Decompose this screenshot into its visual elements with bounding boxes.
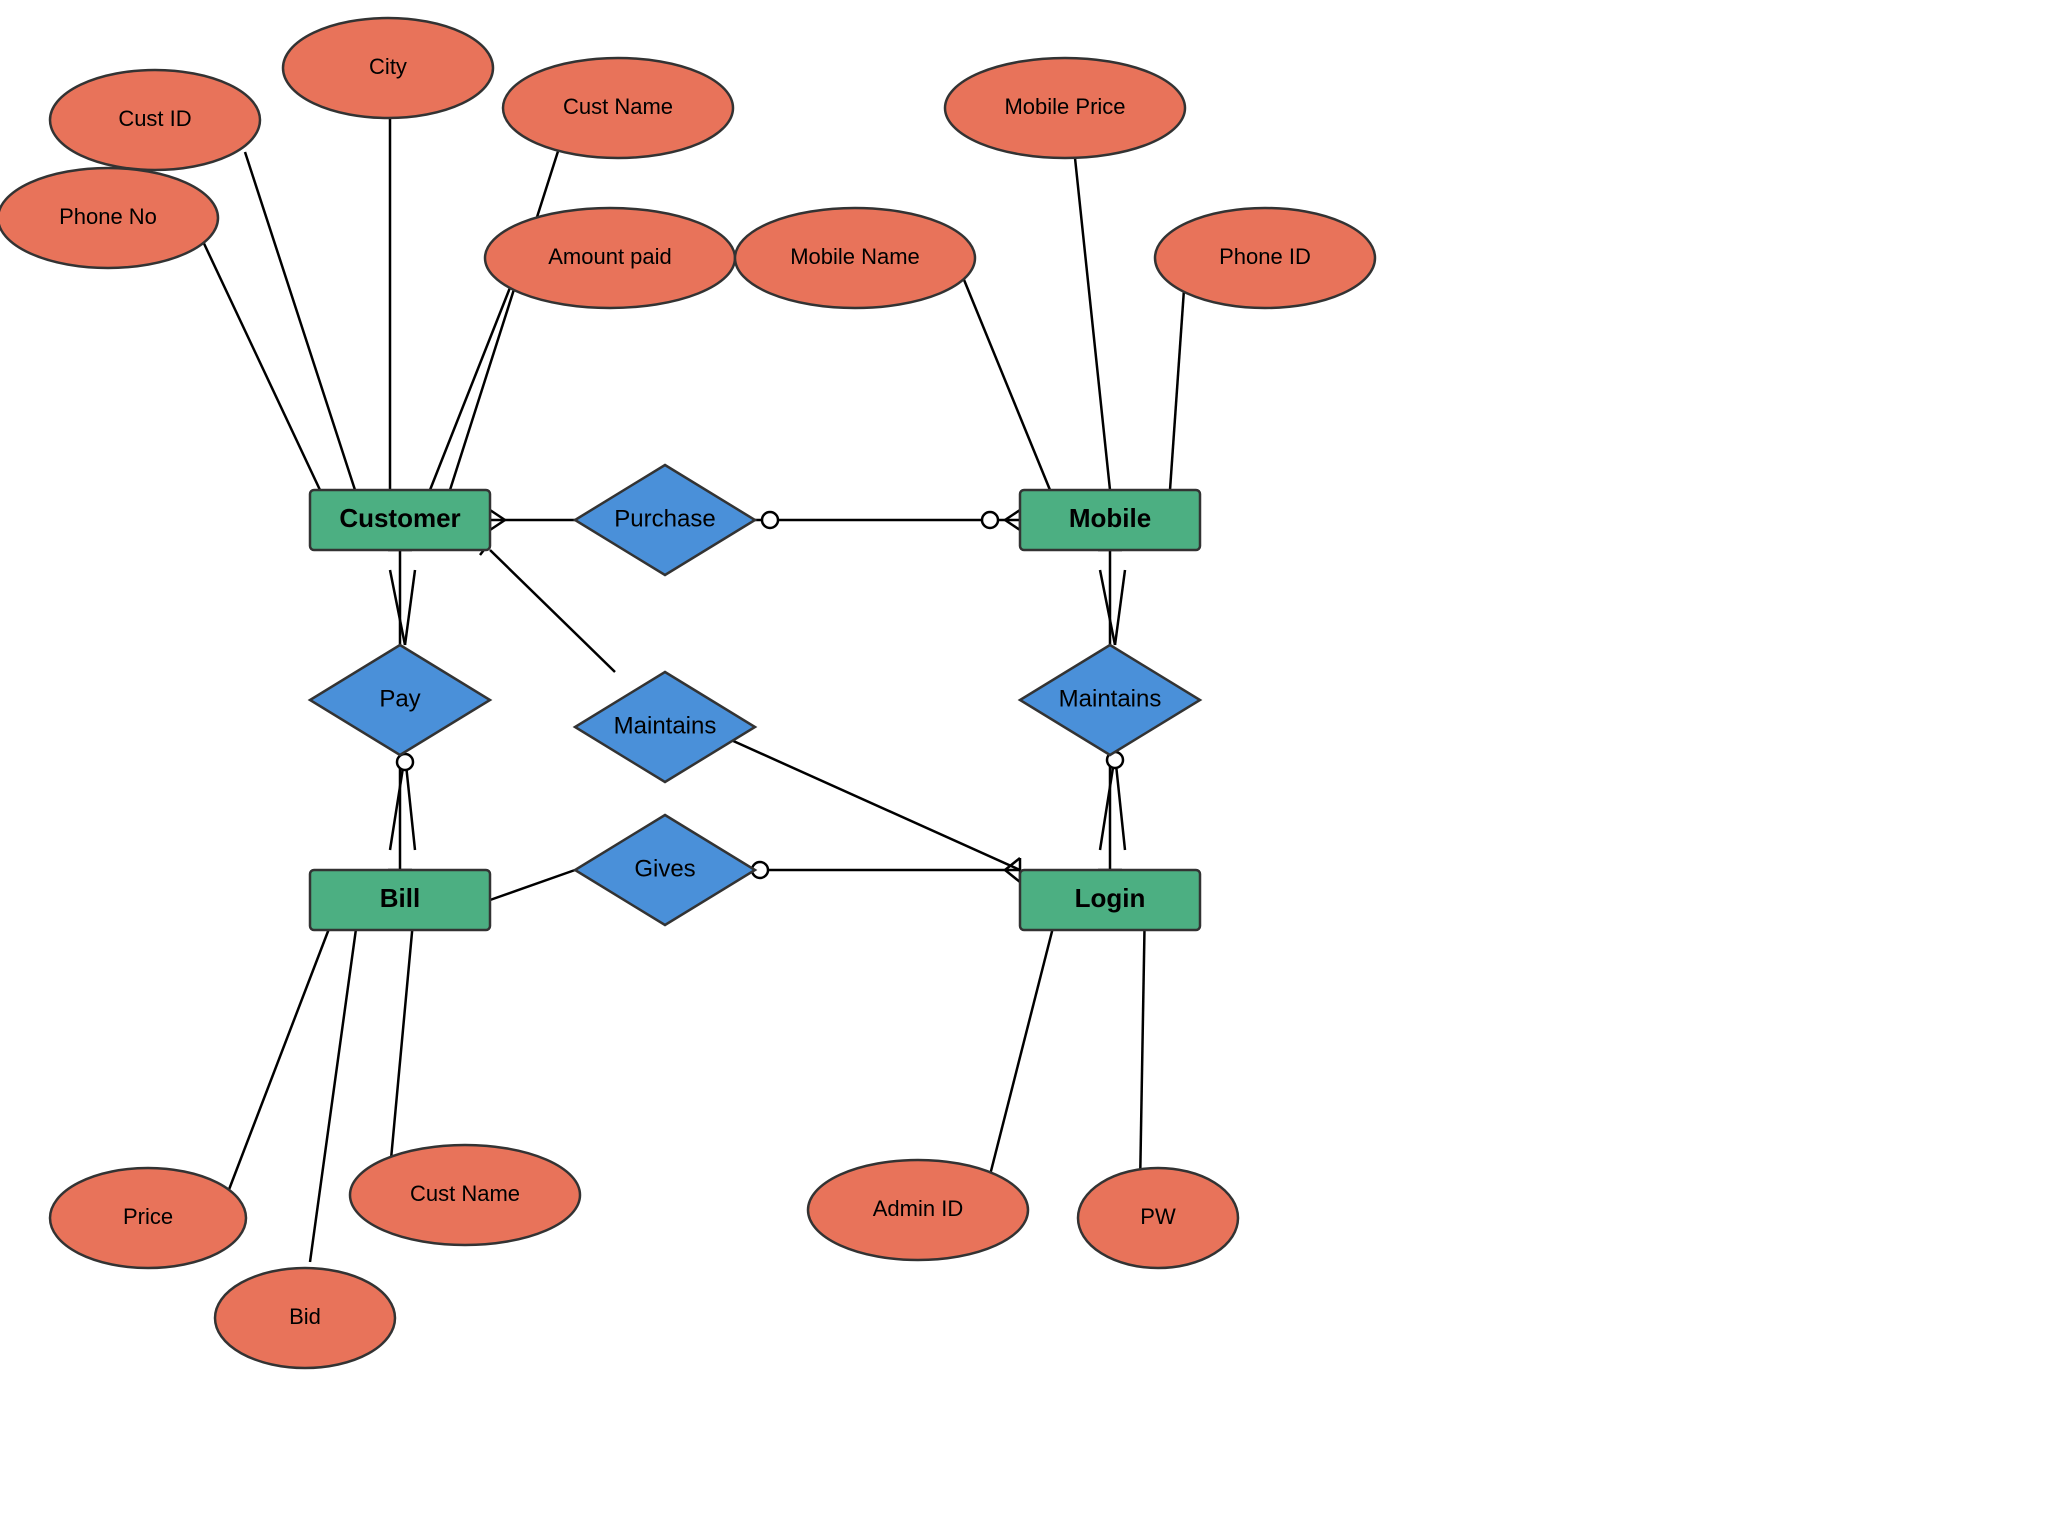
attr-price-label: Price [123,1204,173,1229]
attr-bid-label: Bid [289,1304,321,1329]
entity-login-label: Login [1075,883,1146,913]
line-price-bill [225,900,340,1200]
attr-phone-no-label: Phone No [59,204,157,229]
line-maintains-login [720,735,1020,870]
line-mobileprice-mobile [1075,158,1110,490]
line-bill-gives [490,870,575,900]
circle-purchase-right [982,512,998,528]
attr-cust-name-label: Cust Name [563,94,673,119]
line-custid-customer [245,152,355,490]
attr-phone-id-label: Phone ID [1219,244,1311,269]
crow4 [1005,520,1020,530]
crow2 [490,520,505,530]
line-pw-login [1140,900,1145,1188]
entity-customer-label: Customer [339,503,460,533]
crow3 [1005,510,1020,520]
attr-cust-name2-label: Cust Name [410,1181,520,1206]
line-mobilename-mobile [960,270,1050,490]
crow11 [1100,755,1115,850]
attr-mobile-price-label: Mobile Price [1004,94,1125,119]
attr-cust-id-label: Cust ID [118,106,191,131]
attr-city-label: City [369,54,407,79]
line-customer-maintains [490,550,615,672]
relation-pay-label: Pay [379,685,420,712]
crow12 [1115,755,1125,850]
line-custname2-bill [390,900,415,1170]
crow9 [1100,570,1115,645]
relation-purchase-label: Purchase [614,505,715,532]
circle-purchase-left [762,512,778,528]
crow1 [490,510,505,520]
attr-pw-label: PW [1140,1204,1176,1229]
crow5 [390,570,405,645]
relation-maintains-right-label: Maintains [1059,685,1162,712]
er-diagram: Cust ID City Cust Name Phone No Amount p… [0,0,2048,1509]
entity-mobile-label: Mobile [1069,503,1151,533]
crow10 [1115,570,1125,645]
entity-bill-label: Bill [380,883,420,913]
crow6 [405,570,415,645]
attr-amount-paid-label: Amount paid [548,244,672,269]
line-custname-customer [450,145,560,490]
line-adminid-login [990,900,1060,1175]
relation-maintains-center-label: Maintains [614,712,717,739]
line-phoneid-mobile [1170,275,1185,490]
attr-admin-id-label: Admin ID [873,1196,963,1221]
crow14 [1005,870,1020,882]
attr-mobile-name-label: Mobile Name [790,244,920,269]
line-amountpaid-customer [430,275,515,490]
line-phoneno-customer [200,235,320,490]
circle-pay-bottom [397,754,413,770]
relation-gives-label: Gives [634,855,695,882]
